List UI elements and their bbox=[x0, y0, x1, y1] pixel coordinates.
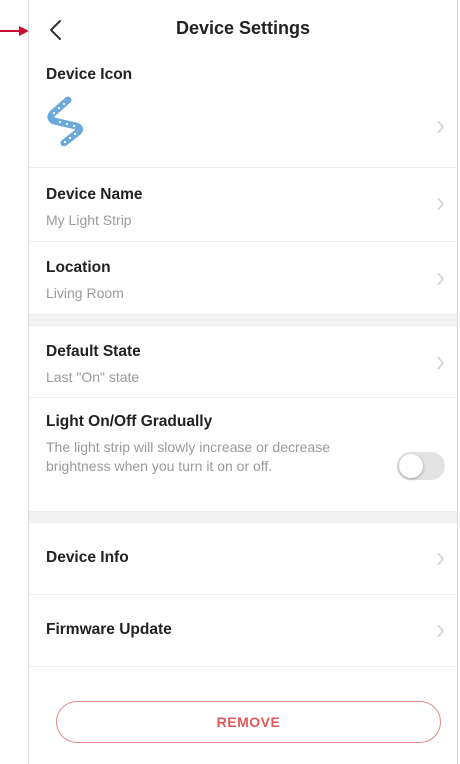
device-name-label: Device Name bbox=[46, 186, 143, 203]
chevron-right-icon bbox=[437, 120, 444, 134]
remove-button[interactable]: REMOVE bbox=[56, 701, 441, 743]
gradual-fade-row: Light On/Off Gradually The light strip w… bbox=[29, 398, 457, 511]
chevron-right-icon bbox=[437, 272, 444, 286]
chevron-right-icon bbox=[437, 356, 444, 370]
device-name-row[interactable]: Device Name My Light Strip bbox=[29, 168, 457, 242]
firmware-update-label: Firmware Update bbox=[46, 621, 172, 638]
device-info-label: Device Info bbox=[46, 549, 129, 566]
settings-screen: Device Settings Device Icon Device Name … bbox=[28, 0, 458, 764]
light-strip-icon bbox=[47, 96, 84, 146]
header: Device Settings bbox=[29, 0, 457, 58]
location-row[interactable]: Location Living Room bbox=[29, 242, 457, 314]
chevron-right-icon bbox=[437, 624, 444, 638]
device-info-row[interactable]: Device Info bbox=[29, 523, 457, 595]
gradual-fade-description: The light strip will slowly increase or … bbox=[46, 439, 330, 474]
toggle-knob bbox=[399, 454, 423, 478]
gradual-fade-label: Light On/Off Gradually bbox=[46, 413, 213, 430]
device-icon-label: Device Icon bbox=[46, 66, 133, 83]
section-divider bbox=[29, 314, 457, 326]
location-label: Location bbox=[46, 259, 111, 276]
default-state-label: Default State bbox=[46, 343, 141, 360]
page-title: Device Settings bbox=[175, 18, 311, 38]
section-divider bbox=[29, 511, 457, 523]
location-value: Living Room bbox=[46, 285, 124, 301]
device-name-value: My Light Strip bbox=[46, 212, 132, 228]
chevron-right-icon bbox=[437, 197, 444, 211]
firmware-update-row[interactable]: Firmware Update bbox=[29, 595, 457, 667]
default-state-value: Last "On" state bbox=[46, 369, 140, 385]
default-state-row[interactable]: Default State Last "On" state bbox=[29, 326, 457, 398]
device-icon-row[interactable]: Device Icon bbox=[29, 58, 457, 168]
chevron-right-icon bbox=[437, 552, 444, 566]
gradual-fade-toggle[interactable] bbox=[397, 452, 445, 480]
pointer-arrow-icon bbox=[0, 26, 29, 36]
